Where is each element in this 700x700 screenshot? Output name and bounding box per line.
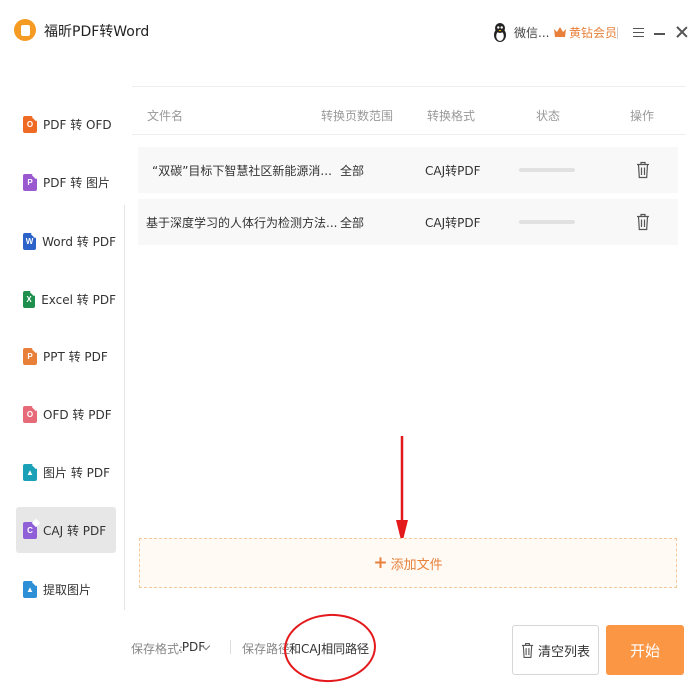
status-progress-bar bbox=[519, 220, 575, 224]
ofd-to-pdf-nav-item[interactable]: O OFD 转 PDF bbox=[16, 391, 116, 437]
start-button[interactable]: 开始 bbox=[606, 625, 684, 675]
pdf-to-ofd-nav-item[interactable]: O PDF 转 OFD bbox=[16, 101, 116, 147]
menu-icon[interactable] bbox=[633, 28, 644, 37]
file-name: 基于深度学习的人体行为检测方法... bbox=[146, 216, 338, 230]
save-format-select[interactable]: .PDF bbox=[178, 640, 205, 654]
footer-divider bbox=[230, 640, 231, 654]
sidebar-item-label: PDF 转 图片 bbox=[43, 175, 111, 190]
sidebar-item-label: PDF 转 OFD bbox=[43, 117, 112, 132]
sidebar-item-label: PPT 转 PDF bbox=[43, 349, 108, 364]
excel-to-pdf-nav-item[interactable]: X Excel 转 PDF bbox=[16, 276, 116, 322]
save-format-label: 保存格式: bbox=[131, 642, 184, 656]
column-header-format: 转换格式 bbox=[427, 109, 476, 123]
sidebar-item-label: Excel 转 PDF bbox=[41, 292, 116, 307]
close-icon[interactable] bbox=[676, 26, 688, 38]
word-to-pdf-icon: W bbox=[23, 232, 37, 250]
titlebar-divider bbox=[617, 27, 618, 39]
sidebar-item-label: OFD 转 PDF bbox=[43, 407, 112, 422]
column-header-name: 文件名 bbox=[147, 109, 184, 123]
column-header-action: 操作 bbox=[630, 109, 655, 123]
image-to-pdf-nav-item[interactable]: ▲ 图片 转 PDF bbox=[16, 449, 116, 495]
page-range[interactable]: 全部 bbox=[340, 162, 364, 179]
annotation-arrow-icon bbox=[396, 436, 408, 544]
table-row[interactable]: 基于深度学习的人体行为检测方法... 全部 CAJ转PDF bbox=[138, 199, 678, 245]
add-file-label: 添加文件 bbox=[390, 557, 443, 573]
sidebar-item-label: 图片 转 PDF bbox=[43, 465, 111, 480]
column-header-range: 转换页数范围 bbox=[321, 109, 394, 123]
word-to-pdf-nav-item[interactable]: W Word 转 PDF bbox=[16, 218, 116, 264]
pdf-to-image-nav-item[interactable]: P PDF 转 图片 bbox=[16, 159, 116, 205]
plus-icon: + bbox=[373, 553, 388, 573]
excel-to-pdf-icon: X bbox=[23, 290, 36, 308]
caj-to-pdf-icon: C bbox=[23, 521, 37, 539]
app-logo-icon bbox=[14, 19, 36, 41]
extract-image-nav-item[interactable]: ▲ 提取图片 bbox=[16, 566, 116, 612]
convert-format: CAJ转PDF bbox=[425, 216, 481, 230]
title-bar: 福昕PDF转Word 微信... 黄钻会员 bbox=[0, 0, 700, 66]
minimize-icon[interactable] bbox=[654, 33, 665, 35]
start-label: 开始 bbox=[629, 641, 660, 660]
add-file-button[interactable]: + 添加文件 bbox=[139, 538, 677, 588]
vip-label[interactable]: 黄钻会员 bbox=[569, 24, 617, 41]
trash-icon bbox=[521, 642, 534, 658]
column-header-status: 状态 bbox=[536, 109, 561, 123]
delete-trash-icon[interactable] bbox=[636, 161, 650, 179]
sidebar-item-label: Word 转 PDF bbox=[42, 234, 116, 249]
sidebar-item-label: 提取图片 bbox=[43, 582, 92, 597]
table-header: 文件名 转换页数范围 转换格式 状态 操作 bbox=[132, 87, 686, 135]
app-title: 福昕PDF转Word bbox=[44, 24, 150, 40]
image-to-pdf-icon: ▲ bbox=[23, 463, 37, 481]
user-avatar-icon[interactable] bbox=[492, 22, 508, 42]
file-list-panel: 文件名 转换页数范围 转换格式 状态 操作 “双碳”目标下智慧社区新能源消...… bbox=[132, 86, 686, 600]
ppt-to-pdf-icon: P bbox=[23, 347, 37, 365]
sidebar-divider bbox=[124, 205, 125, 610]
ppt-to-pdf-nav-item[interactable]: P PPT 转 PDF bbox=[16, 333, 116, 379]
delete-trash-icon[interactable] bbox=[636, 213, 650, 231]
annotation-circle bbox=[281, 610, 379, 686]
vip-crown-icon[interactable] bbox=[553, 25, 567, 39]
page-range[interactable]: 全部 bbox=[340, 214, 364, 231]
caj-to-pdf-nav-item[interactable]: C CAJ 转 PDF bbox=[16, 507, 116, 553]
clear-list-label: 清空列表 bbox=[537, 644, 590, 660]
table-row[interactable]: “双碳”目标下智慧社区新能源消... 全部 CAJ转PDF bbox=[138, 147, 678, 193]
pdf-to-ofd-icon: O bbox=[23, 115, 37, 133]
convert-format: CAJ转PDF bbox=[425, 164, 481, 178]
user-name[interactable]: 微信... bbox=[514, 24, 549, 41]
clear-list-button[interactable]: 清空列表 bbox=[512, 625, 599, 675]
pdf-to-image-icon: P bbox=[23, 173, 37, 191]
ofd-to-pdf-icon: O bbox=[23, 405, 37, 423]
file-name: “双碳”目标下智慧社区新能源消... bbox=[152, 164, 332, 178]
status-progress-bar bbox=[519, 168, 575, 172]
extract-image-icon: ▲ bbox=[23, 580, 37, 598]
sidebar-item-label: CAJ 转 PDF bbox=[43, 523, 107, 538]
